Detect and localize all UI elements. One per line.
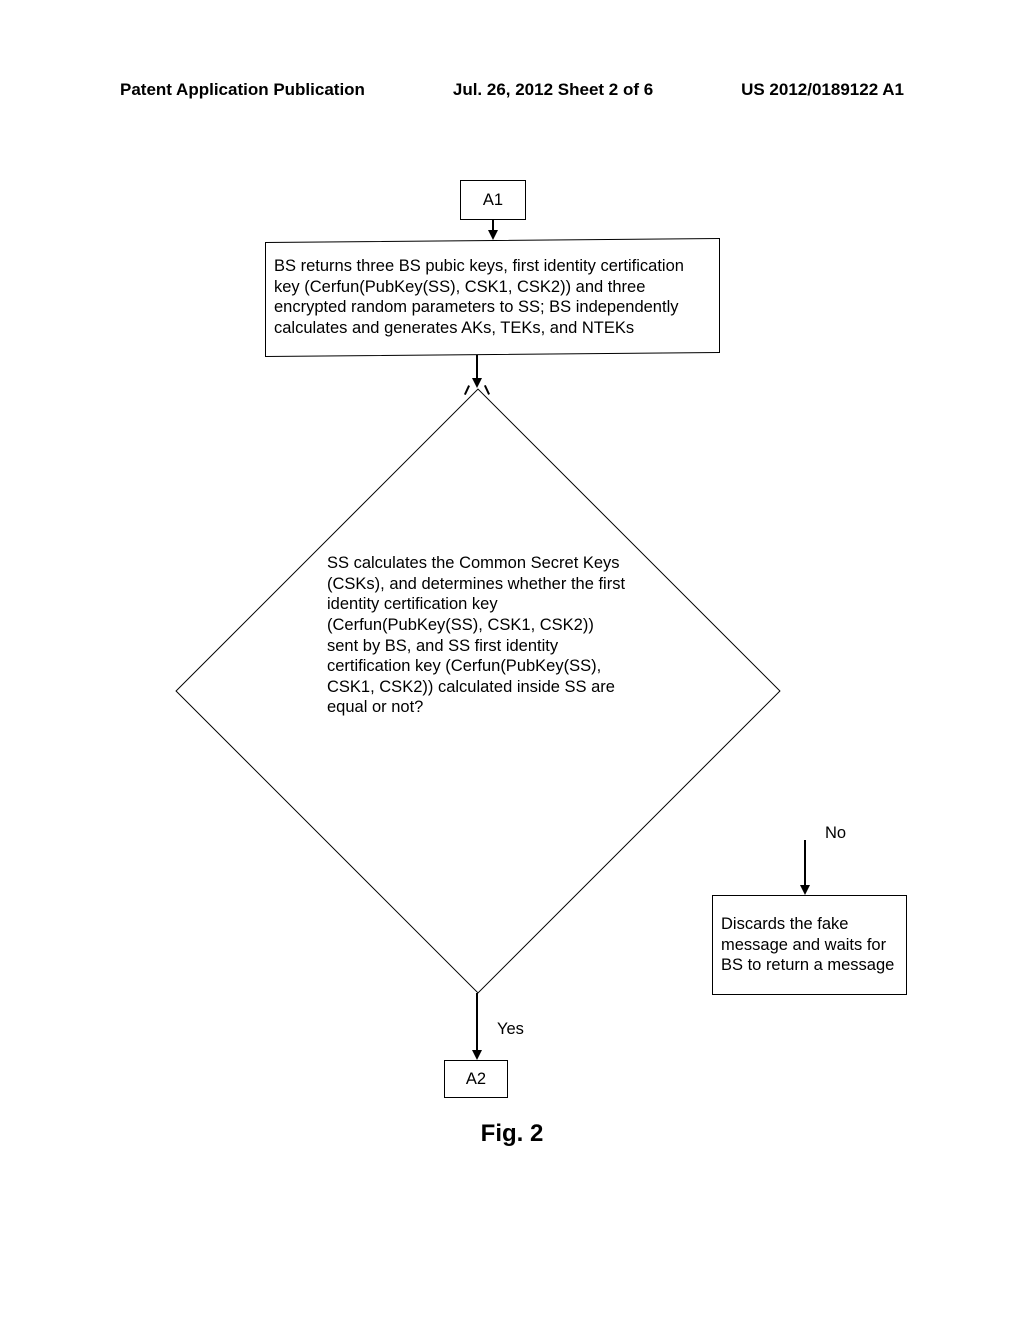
arrow-yes-vertical xyxy=(476,993,478,1051)
flowchart: A1 BS returns three BS pubic keys, first… xyxy=(0,180,1024,1130)
arrow-head-yes xyxy=(472,1050,482,1060)
process-step1-text: BS returns three BS pubic keys, first id… xyxy=(274,256,711,339)
arrow-step1-decision xyxy=(476,355,478,380)
figure-caption: Fig. 2 xyxy=(0,1120,1024,1148)
header-left: Patent Application Publication xyxy=(120,80,365,100)
decision-block: SS calculates the Common Secret Keys (CS… xyxy=(175,388,780,993)
page-header: Patent Application Publication Jul. 26, … xyxy=(0,80,1024,100)
connector-a2: A2 xyxy=(444,1060,508,1098)
arrow-head-step1-decision xyxy=(472,378,482,388)
figure-caption-text: Fig. 2 xyxy=(481,1120,544,1147)
process-discard: Discards the fake message and waits for … xyxy=(712,895,907,995)
arrow-head-no xyxy=(800,885,810,895)
header-right: US 2012/0189122 A1 xyxy=(741,80,904,100)
arrow-no-vertical xyxy=(804,840,806,887)
process-step1: BS returns three BS pubic keys, first id… xyxy=(265,238,720,357)
decision-text: SS calculates the Common Secret Keys (CS… xyxy=(327,553,627,718)
connector-a2-label: A2 xyxy=(466,1069,486,1090)
process-discard-text: Discards the fake message and waits for … xyxy=(721,914,898,976)
yes-label: Yes xyxy=(497,1020,524,1039)
connector-a1-label: A1 xyxy=(483,190,503,211)
header-center: Jul. 26, 2012 Sheet 2 of 6 xyxy=(453,80,653,100)
arrow-head-a1-step1 xyxy=(488,230,498,240)
connector-a1: A1 xyxy=(460,180,526,220)
no-label: No xyxy=(825,824,846,843)
